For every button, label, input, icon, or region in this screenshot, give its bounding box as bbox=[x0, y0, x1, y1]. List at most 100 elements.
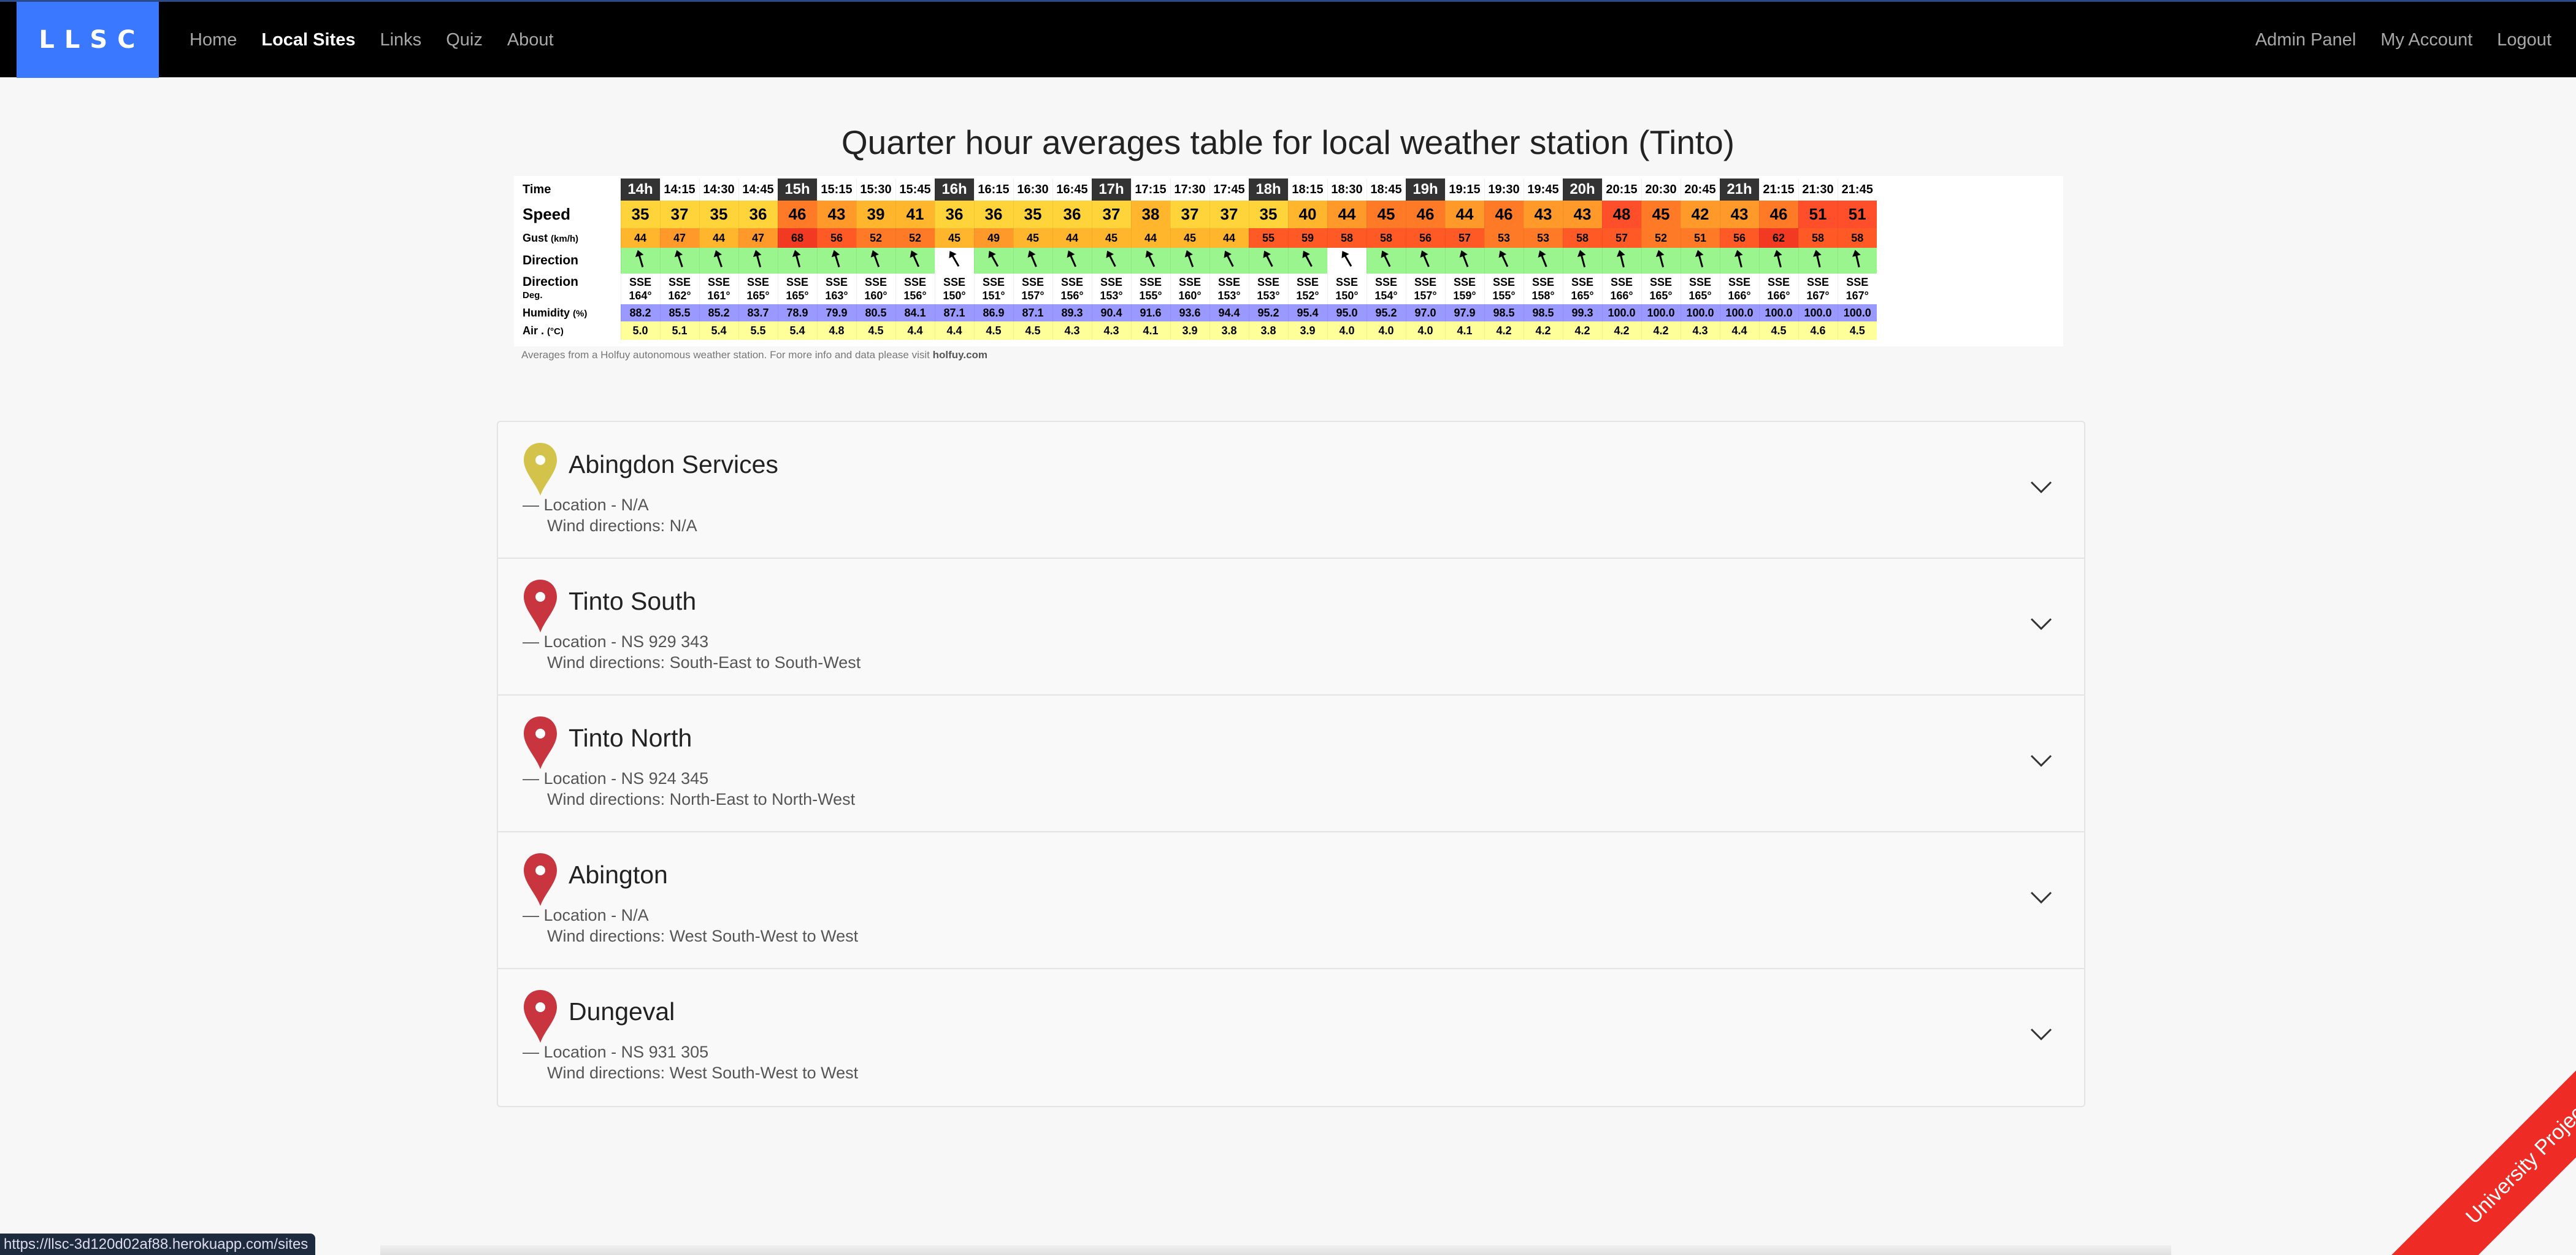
chevron-down-icon[interactable] bbox=[2029, 888, 2053, 906]
direction-arrow-cell bbox=[1837, 248, 1877, 274]
gust-cell: 58 bbox=[1798, 228, 1838, 248]
time-cell: 14h bbox=[620, 178, 660, 201]
direction-degrees: 166° bbox=[1767, 290, 1790, 302]
nav-links-link[interactable]: Links bbox=[380, 30, 421, 50]
map-pin-icon bbox=[524, 716, 557, 769]
row-direction-deg: Direction Deg. SSE 164° SSE 162° SSE 161° SSE 16… bbox=[521, 274, 1877, 304]
direction-name: SSE bbox=[1178, 276, 1202, 288]
direction-name: SSE bbox=[1060, 276, 1084, 288]
humidity-cell: 97.9 bbox=[1444, 304, 1484, 321]
speed-cell: 35 bbox=[620, 201, 660, 228]
direction-degrees: 157° bbox=[1021, 290, 1045, 302]
nav-quiz-link[interactable]: Quiz bbox=[446, 30, 483, 50]
humidity-cell: 100.0 bbox=[1837, 304, 1877, 321]
direction-degrees: 158° bbox=[1531, 290, 1555, 302]
time-cell: 17:30 bbox=[1170, 178, 1209, 201]
nav-local-sites-link[interactable]: Local Sites bbox=[261, 30, 355, 50]
direction-degrees: 166° bbox=[1610, 290, 1633, 302]
direction-arrow-cell bbox=[777, 248, 817, 274]
direction-name: SSE bbox=[1846, 276, 1869, 288]
wind-arrow-icon bbox=[1459, 250, 1469, 267]
site-item[interactable]: Tinto South — Location - NS 929 343 Wind… bbox=[498, 559, 2084, 696]
humidity-cell: 97.0 bbox=[1405, 304, 1445, 321]
speed-cell: 35 bbox=[1248, 201, 1288, 228]
direction-deg-cell: SSE 153° bbox=[1209, 274, 1249, 304]
row-speed: Speed 35 37 35 36 46 43 39 41 36 36 35 36 37 38 37 37 35… bbox=[521, 201, 1877, 228]
chevron-down-icon[interactable] bbox=[2029, 614, 2053, 632]
direction-name: SSE bbox=[903, 276, 927, 288]
direction-deg-cell: SSE 159° bbox=[1444, 274, 1484, 304]
direction-degrees: 165° bbox=[786, 290, 809, 302]
humidity-cell: 86.9 bbox=[973, 304, 1013, 321]
nav-my-account-link[interactable]: My Account bbox=[2380, 30, 2472, 50]
holfuy-link[interactable]: holfuy.com bbox=[933, 349, 987, 361]
direction-degrees: 165° bbox=[1649, 290, 1673, 302]
direction-deg-cell: SSE 160° bbox=[856, 274, 895, 304]
gust-cell: 45 bbox=[1091, 228, 1131, 248]
nav-home-link[interactable]: Home bbox=[190, 30, 237, 50]
direction-deg-cell: SSE 166° bbox=[1758, 274, 1798, 304]
speed-cell: 46 bbox=[1484, 201, 1524, 228]
humidity-cell: 100.0 bbox=[1680, 304, 1720, 321]
direction-name: SSE bbox=[1217, 276, 1241, 288]
direction-deg-cell: SSE 165° bbox=[777, 274, 817, 304]
wind-arrow-icon bbox=[1420, 250, 1430, 267]
humidity-cell: 100.0 bbox=[1719, 304, 1759, 321]
label-gust: Gust (km/h) bbox=[521, 228, 621, 248]
chevron-down-icon[interactable] bbox=[2029, 751, 2053, 769]
direction-deg-cell: SSE 150° bbox=[1327, 274, 1367, 304]
nav-admin-panel-link[interactable]: Admin Panel bbox=[2255, 30, 2356, 50]
air-temp-cell: 4.5 bbox=[973, 321, 1013, 340]
chevron-down-icon[interactable] bbox=[2029, 477, 2053, 496]
brand-logo[interactable]: LLSC bbox=[17, 2, 159, 78]
humidity-cell: 84.1 bbox=[895, 304, 935, 321]
weather-table-widget: Time 14h 14:15 14:30 14:45 15h 15:15 15:30 15:4… bbox=[514, 176, 2063, 361]
direction-name: SSE bbox=[943, 276, 966, 288]
direction-deg-cell: SSE 155° bbox=[1130, 274, 1170, 304]
air-temp-cell: 4.1 bbox=[1130, 321, 1170, 340]
speed-cell: 46 bbox=[777, 201, 817, 228]
site-name: Tinto North bbox=[569, 724, 692, 752]
direction-degrees: 165° bbox=[746, 290, 770, 302]
direction-name: SSE bbox=[1257, 276, 1280, 288]
wind-arrow-icon bbox=[1773, 250, 1782, 267]
chevron-down-icon[interactable] bbox=[2029, 1024, 2053, 1043]
gust-cell: 53 bbox=[1484, 228, 1524, 248]
gust-cell: 57 bbox=[1444, 228, 1484, 248]
humidity-cell: 98.5 bbox=[1523, 304, 1563, 321]
pin-body bbox=[524, 443, 557, 496]
speed-cell: 39 bbox=[856, 201, 895, 228]
label-gust-text: Gust bbox=[523, 231, 548, 244]
humidity-cell: 100.0 bbox=[1798, 304, 1838, 321]
gust-cell: 55 bbox=[1248, 228, 1288, 248]
site-item[interactable]: Abingdon Services — Location - N/A Wind … bbox=[498, 422, 2084, 559]
direction-degrees: 153° bbox=[1100, 290, 1123, 302]
wind-arrow-icon bbox=[1381, 250, 1391, 267]
nav-about-link[interactable]: About bbox=[507, 30, 554, 50]
wind-arrow-icon bbox=[1027, 250, 1037, 267]
air-temp-cell: 4.4 bbox=[895, 321, 935, 340]
time-cell: 18:15 bbox=[1287, 178, 1327, 201]
direction-degrees: 156° bbox=[903, 290, 927, 302]
site-name: Tinto South bbox=[569, 587, 697, 615]
wind-arrow-icon bbox=[1341, 251, 1352, 267]
gust-cell: 47 bbox=[659, 228, 699, 248]
nav-logout-link[interactable]: Logout bbox=[2497, 30, 2551, 50]
site-item[interactable]: Abington — Location - N/A Wind direction… bbox=[498, 832, 2084, 969]
time-cell: 21:45 bbox=[1837, 178, 1877, 201]
site-item[interactable]: Tinto North — Location - NS 924 345 Wind… bbox=[498, 696, 2084, 832]
speed-cell: 41 bbox=[895, 201, 935, 228]
humidity-cell: 83.7 bbox=[738, 304, 778, 321]
direction-deg-cell: SSE 151° bbox=[973, 274, 1013, 304]
speed-cell: 45 bbox=[1366, 201, 1406, 228]
wind-arrow-icon bbox=[1224, 250, 1234, 267]
direction-degrees: 160° bbox=[864, 290, 887, 302]
row-time: Time 14h 14:15 14:30 14:45 15h 15:15 15:30 15:4… bbox=[521, 178, 1877, 201]
time-cell: 14:45 bbox=[738, 178, 778, 201]
direction-degrees: 154° bbox=[1374, 290, 1398, 302]
humidity-cell: 95.2 bbox=[1248, 304, 1288, 321]
site-item[interactable]: Dungeval — Location - NS 931 305 Wind di… bbox=[498, 969, 2084, 1106]
direction-degrees: 160° bbox=[1178, 290, 1202, 302]
humidity-cell: 93.6 bbox=[1170, 304, 1209, 321]
label-direction-deg-line1: Direction bbox=[523, 275, 579, 289]
